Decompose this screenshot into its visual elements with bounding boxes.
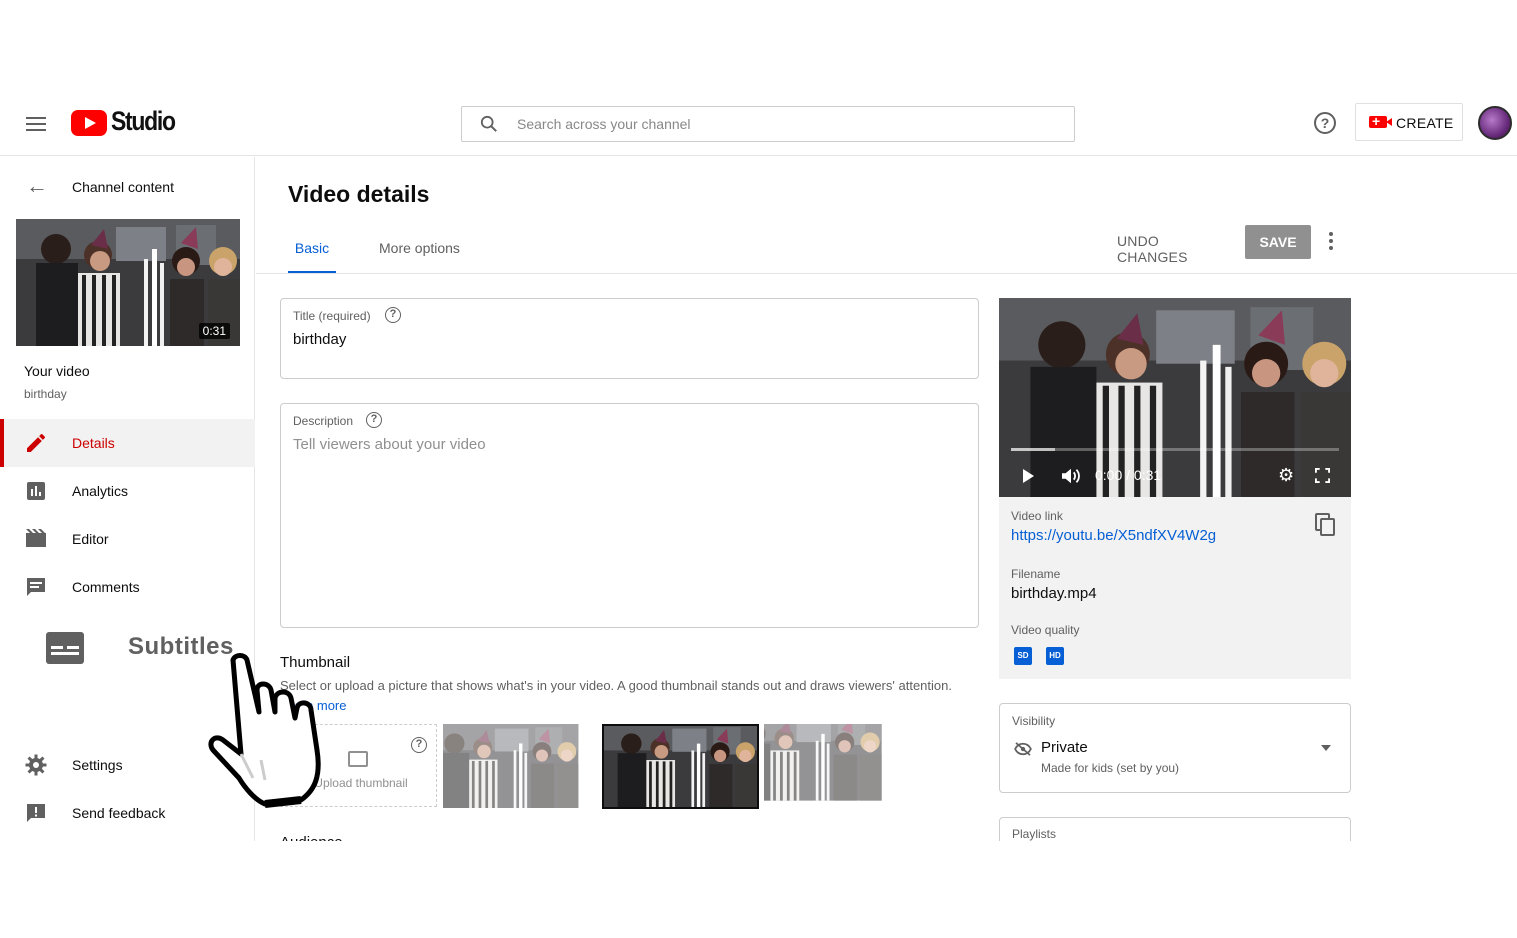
sidebar-item-details[interactable]: Details (0, 419, 255, 467)
fullscreen-icon[interactable] (1315, 468, 1330, 483)
copy-icon[interactable] (1315, 513, 1337, 537)
undo-changes-button[interactable]: UNDO CHANGES (1117, 233, 1233, 265)
player-time: 0:00 / 0:31 (1095, 467, 1162, 483)
sidebar-item-label: Send feedback (72, 805, 166, 821)
sidebar-video-thumbnail[interactable]: 0:31 (16, 219, 240, 346)
more-actions-icon[interactable] (1324, 232, 1338, 254)
thumbnail-image (764, 724, 918, 808)
video-info-panel: Video link https://youtu.be/X5ndfXV4W2g … (999, 497, 1351, 679)
visibility-subtext: Made for kids (set by you) (1041, 761, 1180, 775)
create-button[interactable]: CREATE (1355, 103, 1463, 141)
page-title: Video details (288, 181, 430, 207)
back-label: Channel content (72, 179, 174, 195)
tabs-divider (256, 273, 1517, 274)
bar-chart-icon (27, 482, 45, 500)
tab-basic[interactable]: Basic (288, 240, 336, 274)
playlists-label: Playlists (1012, 827, 1057, 841)
thumbnail-option-1[interactable] (443, 724, 597, 808)
search-box[interactable] (461, 106, 1075, 142)
audience-heading: Audience (280, 834, 343, 841)
menu-icon[interactable] (24, 114, 48, 134)
feedback-icon (27, 804, 45, 822)
create-button-label: CREATE (1396, 115, 1454, 131)
tab-more-options[interactable]: More options (379, 240, 460, 274)
progress-bar[interactable] (1011, 448, 1339, 451)
sidebar-item-label: Settings (72, 757, 123, 773)
search-input[interactable] (517, 107, 1057, 141)
thumbnail-image (443, 724, 597, 808)
duration-badge: 0:31 (198, 323, 230, 339)
sidebar-item-label: Comments (72, 579, 140, 595)
sd-badge: SD (1014, 647, 1032, 665)
subtitles-icon[interactable] (46, 632, 84, 664)
playlists-dropdown[interactable]: Playlists (999, 817, 1351, 841)
play-icon[interactable] (1023, 469, 1034, 483)
sidebar-item-label: Analytics (72, 483, 129, 499)
visibility-label: Visibility (1012, 714, 1056, 728)
help-icon[interactable]: ? (1314, 112, 1336, 134)
filename-label: Filename (1011, 567, 1061, 581)
visibility-dropdown[interactable]: Visibility Private Made for kids (set by… (999, 703, 1351, 793)
video-link-label: Video link (1011, 509, 1063, 523)
gear-icon (25, 754, 47, 776)
title-input[interactable]: birthday (293, 331, 346, 348)
thumbnail-description: Select or upload a picture that shows wh… (280, 678, 952, 693)
help-icon[interactable]: ? (385, 307, 401, 323)
filename-value: birthday.mp4 (1011, 585, 1097, 602)
your-video-label: Your video (24, 363, 90, 379)
sidebar-item-label: Editor (72, 531, 109, 547)
video-name: birthday (24, 387, 67, 401)
hd-badge: HD (1046, 647, 1064, 665)
sidebar-item-label: Details (72, 435, 115, 451)
search-icon (480, 115, 497, 132)
sidebar-item-analytics[interactable]: Analytics (0, 467, 255, 515)
create-video-icon (1369, 113, 1392, 129)
sidebar-item-comments[interactable]: Comments (0, 563, 255, 611)
pencil-icon (27, 433, 46, 452)
video-quality-label: Video quality (1011, 623, 1080, 637)
description-input[interactable]: Tell viewers about your video (293, 436, 486, 453)
sidebar-item-editor[interactable]: Editor (0, 515, 255, 563)
video-player[interactable]: 0:00 / 0:31 ⚙ (999, 298, 1351, 497)
back-to-channel-content[interactable]: ← Channel content (0, 169, 255, 205)
title-field-label: Title (required) (293, 309, 371, 323)
video-frame-image (999, 298, 1351, 497)
avatar[interactable] (1478, 106, 1512, 140)
thumbnail-image (604, 726, 757, 807)
help-icon[interactable]: ? (366, 412, 382, 428)
thumbnail-option-3[interactable] (764, 724, 918, 808)
studio-logo-text[interactable]: Studio (111, 106, 176, 137)
clapper-icon (26, 529, 46, 547)
help-icon[interactable]: ? (411, 737, 427, 753)
thumbnail-option-2[interactable] (602, 724, 759, 809)
dropdown-caret-icon (1321, 745, 1331, 751)
back-arrow-icon: ← (26, 173, 48, 198)
title-field[interactable]: Title (required) ? birthday (280, 298, 979, 379)
visibility-value: Private (1041, 739, 1088, 756)
progress-buffer (1011, 448, 1055, 451)
settings-gear-icon[interactable]: ⚙ (1278, 466, 1294, 484)
video-link[interactable]: https://youtu.be/X5ndfXV4W2g (1011, 527, 1216, 544)
description-field-label: Description (293, 414, 354, 428)
description-field[interactable]: Description ? Tell viewers about your vi… (280, 403, 979, 628)
top-app-bar: Studio ? CREATE (0, 92, 1517, 156)
save-button[interactable]: SAVE (1245, 225, 1311, 259)
add-image-icon (348, 751, 368, 767)
volume-icon[interactable] (1060, 467, 1082, 485)
visibility-off-icon (1014, 742, 1032, 756)
comment-icon (27, 578, 45, 596)
pointer-hand-icon (208, 653, 321, 808)
youtube-logo-icon[interactable] (71, 110, 107, 136)
